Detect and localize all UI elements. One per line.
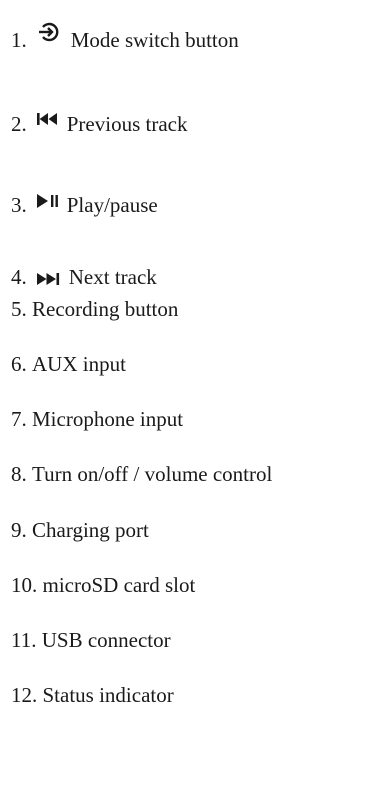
item-label: Mode switch button [70,28,239,52]
list-item: 7. Microphone input [11,407,183,431]
item-label: Microphone input [32,407,184,431]
item-number: 3. [11,193,27,217]
item-label: Play/pause [66,193,158,217]
item-label: Recording button [32,297,179,321]
item-number: 2. [11,112,27,136]
list-item: 9. Charging port [11,518,149,542]
item-label: microSD card slot [42,573,196,597]
item-number: 11. [11,628,37,652]
list-item: 12. Status indicator [11,683,174,707]
list-item: 6. AUX input [11,352,126,376]
list-item: 5. Recording button [11,297,178,321]
item-number: 4. [11,265,27,289]
item-number: 8. [11,462,27,486]
item-number: 12. [11,683,38,707]
item-number: 1. [11,28,27,52]
list-item: 1. Mode switch button [11,22,239,52]
item-label: Charging port [32,518,149,542]
item-label: Status indicator [42,683,174,707]
item-label: USB connector [41,628,171,652]
item-number: 7. [11,407,27,431]
list-item: 11. USB connector [11,628,171,652]
item-number: 9. [11,518,27,542]
play-pause-icon [36,194,59,208]
item-number: 6. [11,352,27,376]
item-number: 5. [11,297,27,321]
list-item: 2. Previous track [11,112,187,136]
item-number: 10. [11,573,38,597]
item-label: Turn on/off / volume control [32,462,273,486]
list-item: 3. Play/pause [11,193,158,217]
item-label: AUX input [32,352,126,376]
list-item: 10. microSD card slot [11,573,195,597]
mode-switch-icon [37,21,63,43]
previous-track-icon [36,113,59,125]
next-track-icon [36,273,61,285]
item-label: Previous track [66,112,188,136]
item-label: Next track [68,265,157,289]
list-item: 8. Turn on/off / volume control [11,462,272,486]
list-item: 4. Next track [11,265,157,289]
